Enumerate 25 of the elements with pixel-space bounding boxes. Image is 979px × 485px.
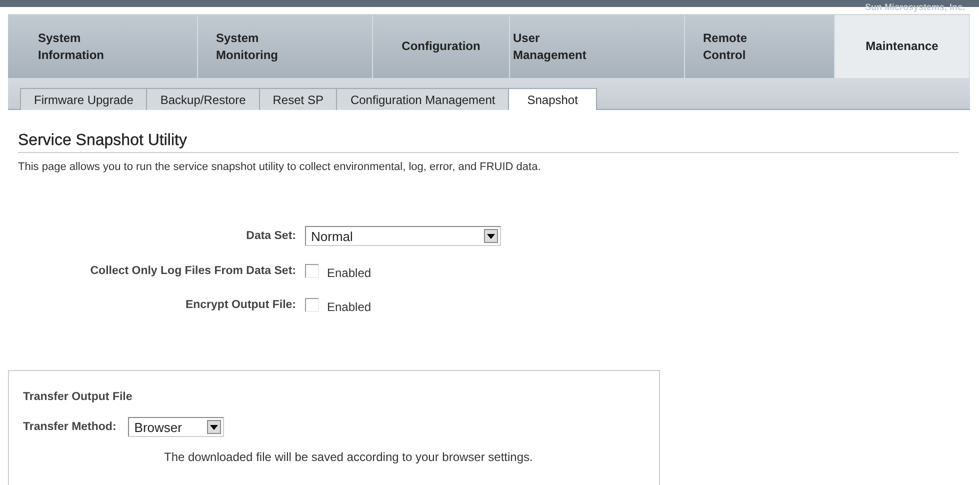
field-label: Transfer Method:	[23, 421, 116, 433]
sub-tab[interactable]: Firmware Upgrade	[20, 88, 148, 110]
sub-tab[interactable]: Backup/Restore	[147, 88, 260, 110]
nav-tab[interactable]: System Information	[8, 15, 198, 78]
transfer-method-dropdown[interactable]: Browser	[128, 417, 224, 437]
help-text: The downloaded file will be saved according to your browser settings.	[164, 450, 534, 464]
panel-title: Transfer Output File	[23, 391, 134, 403]
data-set-dropdown[interactable]: Normal	[305, 226, 501, 246]
field-label: Collect Only Log Files From Data Set:	[90, 265, 296, 277]
checkbox-label: Enabled	[327, 300, 372, 314]
page-description: This page allows you to run the service snapshot utility to collect environmental, log, error, and FRUID data.	[18, 161, 542, 173]
nav-tab[interactable]: Maintenance	[835, 15, 970, 78]
field-label: Data Set:	[246, 230, 296, 242]
nav-tab[interactable]: Configuration	[373, 15, 510, 78]
checkbox[interactable]	[305, 298, 319, 312]
field-label: Encrypt Output File:	[185, 299, 296, 311]
nav-tab[interactable]: System Monitoring	[198, 15, 373, 78]
nav-tab[interactable]: User Management	[510, 15, 685, 78]
sub-tab[interactable]: Snapshot	[509, 88, 597, 110]
checkbox-label: Enabled	[327, 266, 372, 280]
nav-tab[interactable]: Remote Control	[685, 15, 835, 78]
checkbox[interactable]	[305, 264, 319, 278]
sub-tab[interactable]: Configuration Management	[337, 88, 510, 110]
page-title: Service Snapshot Utility	[18, 132, 959, 153]
sub-tab[interactable]: Reset SP	[260, 88, 338, 110]
